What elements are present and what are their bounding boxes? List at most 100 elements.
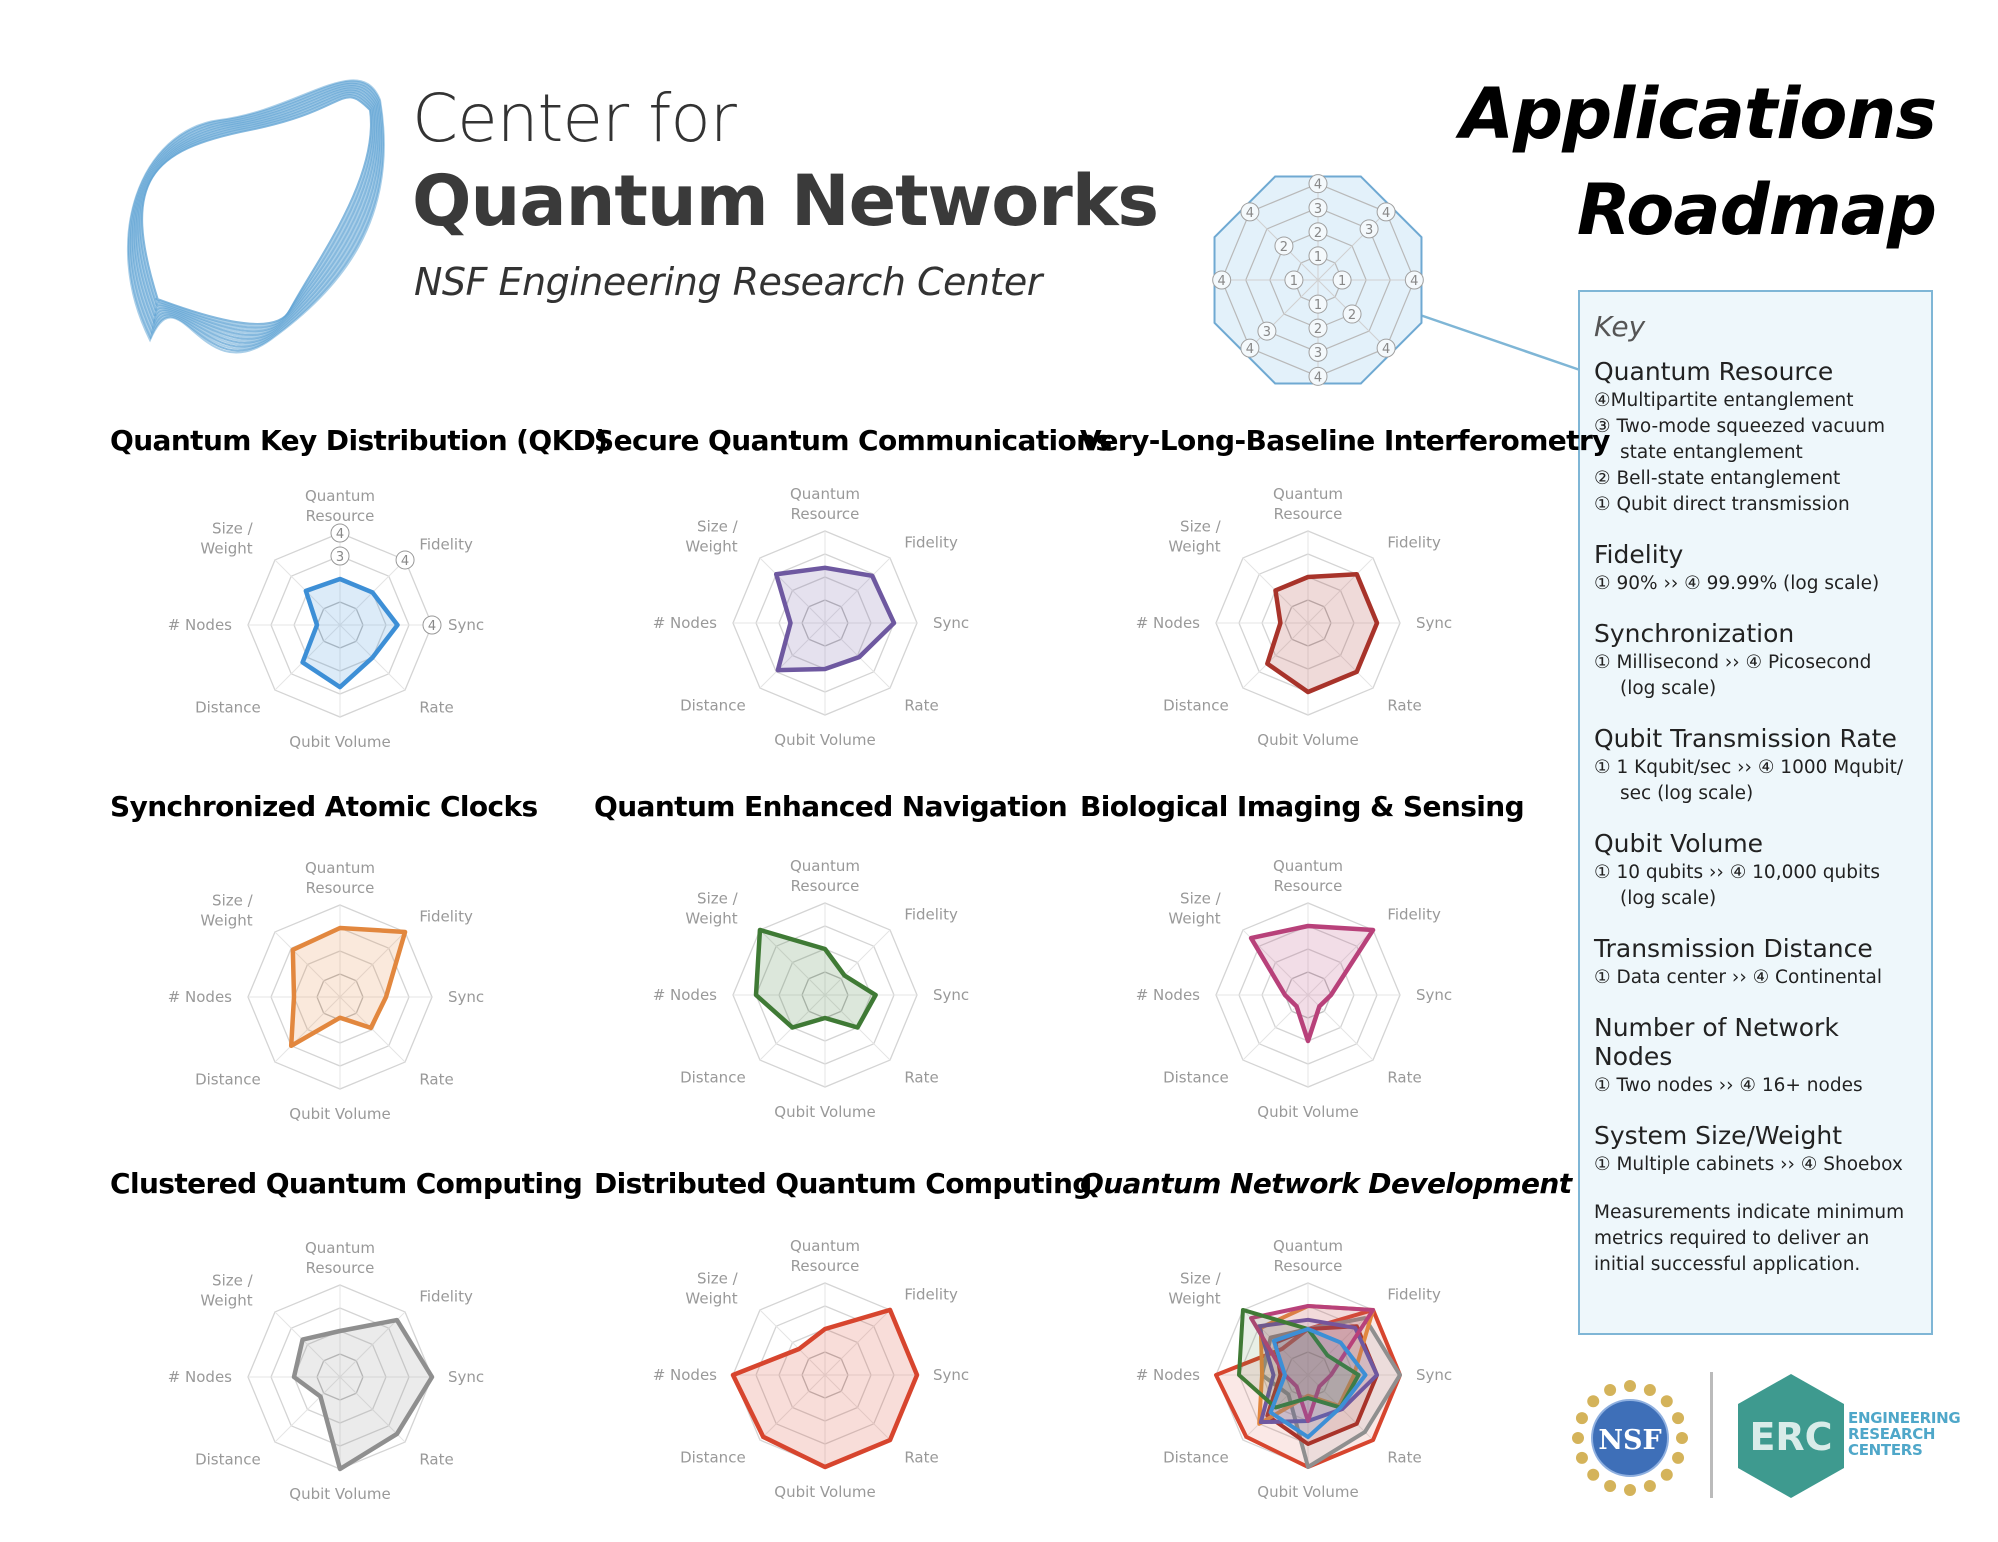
key-diagram-badge-label: 3 <box>1314 202 1322 217</box>
nsf-star <box>1624 1484 1636 1496</box>
radar-axis-label: Weight <box>1168 1290 1220 1308</box>
key-line: ① 90% ›› ④ 99.99% (log scale) <box>1594 573 1880 594</box>
key-diagram-badge-label: 4 <box>1314 178 1322 193</box>
erc-text-line2: RESEARCH <box>1848 1425 1936 1443</box>
logo-divider <box>1710 1372 1713 1498</box>
radar-chart-qkd: Quantum Resource Fidelity Sync Rate Qubit Vol… <box>168 487 484 751</box>
radar-axis-label: Size / <box>697 890 739 908</box>
radar-ring-badge-label: 4 <box>428 619 436 634</box>
radar-axis-label: Rate <box>904 1068 938 1086</box>
nsf-star <box>1624 1380 1636 1392</box>
radar-chart-navigation: Quantum Resource Fidelity Sync Rate Qubit Vol… <box>653 857 969 1121</box>
radar-axis-label: Resource <box>791 1257 860 1275</box>
chart-title-clustered-qc: Clustered Quantum Computing <box>110 1167 583 1200</box>
key-diagram-badge-label: 3 <box>1365 223 1373 238</box>
radar-axis-label: Rate <box>904 696 938 714</box>
radar-axis-label: Size / <box>1180 1270 1222 1288</box>
radar-axis-label: Sync <box>1416 986 1452 1004</box>
key-section-heading: Qubit Transmission Rate <box>1594 724 1897 753</box>
radar-axis-label: Fidelity <box>419 1288 473 1306</box>
key-diagram-badge-label: 4 <box>1410 274 1418 289</box>
radar-axis-label: Weight <box>200 912 252 930</box>
key-diagram-badge-label: 4 <box>1314 370 1322 385</box>
radar-axis-label: Rate <box>419 1450 453 1468</box>
radar-axis-label: Quantum <box>790 1237 860 1255</box>
radar-axis-label: Fidelity <box>1387 906 1441 924</box>
key-line: state entanglement <box>1620 442 1803 463</box>
radar-axis-label: Weight <box>685 538 737 556</box>
radar-axis-label: # Nodes <box>168 988 232 1006</box>
key-diagram-badge-label: 2 <box>1280 240 1288 255</box>
radar-axis-label: Qubit Volume <box>774 1483 875 1501</box>
key-line: ③ Two-mode squeezed vacuum <box>1594 416 1886 437</box>
key-section: Synchronization ① Millisecond ›› ④ Picose… <box>1594 619 1917 702</box>
radar-chart-secure-comms: Quantum Resource Fidelity Sync Rate Qubit Vol… <box>653 485 969 749</box>
key-section-heading: Number of Network Nodes <box>1594 1013 1839 1071</box>
nsf-star <box>1660 1468 1673 1481</box>
chart-title-atomic-clocks: Synchronized Atomic Clocks <box>110 790 538 823</box>
radar-ring-badge-label: 4 <box>336 527 344 542</box>
radar-series-very-long-baseline-interferometry <box>1265 571 1380 695</box>
logo-loop <box>141 96 372 325</box>
radar-axis-label: Distance <box>1163 696 1229 714</box>
erc-logo-icon: ERC <box>1738 1374 1844 1498</box>
key-diagram: 123412341 41434242434 <box>1212 174 1424 386</box>
radar-axis-label: Size / <box>212 1272 254 1290</box>
key-panel: Key Quantum Resource ④Multipartite entang… <box>1578 290 1933 1335</box>
key-diagram-badge-label: 1 <box>1338 274 1346 289</box>
org-name-line2: Quantum Networks <box>412 160 1159 242</box>
nsf-star <box>1587 1395 1600 1408</box>
nsf-star <box>1672 1412 1685 1425</box>
radar-ring-badge-label: 3 <box>336 550 344 565</box>
radar-axis-label: Rate <box>419 698 453 716</box>
radar-axis-label: Quantum <box>305 859 375 877</box>
erc-logo-text: ERC <box>1749 1415 1832 1459</box>
key-section-heading: Qubit Volume <box>1594 829 1764 858</box>
key-title: Key <box>1594 310 1646 343</box>
radar-axis-label: Sync <box>933 986 969 1004</box>
key-section: System Size/Weight ① Multiple cabinets ››… <box>1594 1121 1917 1178</box>
key-section: Quantum Resource ④Multipartite entangleme… <box>1594 357 1917 518</box>
key-line: ① Multiple cabinets ›› ④ Shoebox <box>1594 1154 1903 1175</box>
radar-axis-label: Fidelity <box>904 534 958 552</box>
radar-axis-label: Resource <box>306 879 375 897</box>
nsf-star <box>1643 1480 1656 1493</box>
radar-axis-label: Quantum <box>790 485 860 503</box>
radar-axis-label: Distance <box>680 696 746 714</box>
radar-series-clustered-quantum-computing <box>291 1317 435 1472</box>
key-line: sec (log scale) <box>1620 783 1754 804</box>
key-line: ④Multipartite entanglement <box>1594 390 1854 411</box>
key-diagram-badge-label: 4 <box>1382 342 1390 357</box>
nsf-logo-text: NSF <box>1598 1425 1661 1456</box>
radar-axis-label: Quantum <box>305 1239 375 1257</box>
key-line: ① Two nodes ›› ④ 16+ nodes <box>1594 1075 1863 1096</box>
radar-axis-label: Qubit Volume <box>1257 731 1358 749</box>
radar-axis-label: Distance <box>1163 1068 1229 1086</box>
key-section-heading: Quantum Resource <box>1594 357 1834 386</box>
radar-axis-label: Qubit Volume <box>774 1103 875 1121</box>
page-title-line1: Applications <box>1459 73 1937 155</box>
key-diagram-badge-label: 4 <box>1246 342 1254 357</box>
key-line: ② Bell-state entanglement <box>1594 468 1841 489</box>
radar-ring-badge-label: 4 <box>401 554 409 569</box>
radar-axis-label: Qubit Volume <box>1257 1103 1358 1121</box>
radar-axis-label: Sync <box>448 988 484 1006</box>
radar-axis-label: Rate <box>1387 696 1421 714</box>
radar-axis-label: Rate <box>1387 1448 1421 1466</box>
radar-axis-label: Resource <box>306 507 375 525</box>
key-section: Transmission Distance ① Data center ›› ④ … <box>1594 934 1917 991</box>
erc-text-line1: ENGINEERING <box>1848 1409 1961 1427</box>
radar-axis-label: Weight <box>685 1290 737 1308</box>
radar-axis-label: Rate <box>1387 1068 1421 1086</box>
key-section-heading: Synchronization <box>1594 619 1795 648</box>
chart-title-distributed-qc: Distributed Quantum Computing <box>594 1167 1092 1200</box>
erc-text-line3: CENTERS <box>1848 1441 1923 1459</box>
key-diagram-badge-label: 1 <box>1314 250 1322 265</box>
radar-chart-clustered-qc: Quantum Resource Fidelity Sync Rate Qubit Vol… <box>168 1239 484 1503</box>
radar-axis-label: Resource <box>791 505 860 523</box>
nsf-star <box>1572 1432 1584 1444</box>
key-section: Number of Network Nodes ① Two nodes ›› ④ … <box>1594 1013 1917 1099</box>
radar-axis-label: Fidelity <box>1387 534 1441 552</box>
key-diagram-badge-label: 4 <box>1218 274 1226 289</box>
radar-axis-label: Rate <box>904 1448 938 1466</box>
